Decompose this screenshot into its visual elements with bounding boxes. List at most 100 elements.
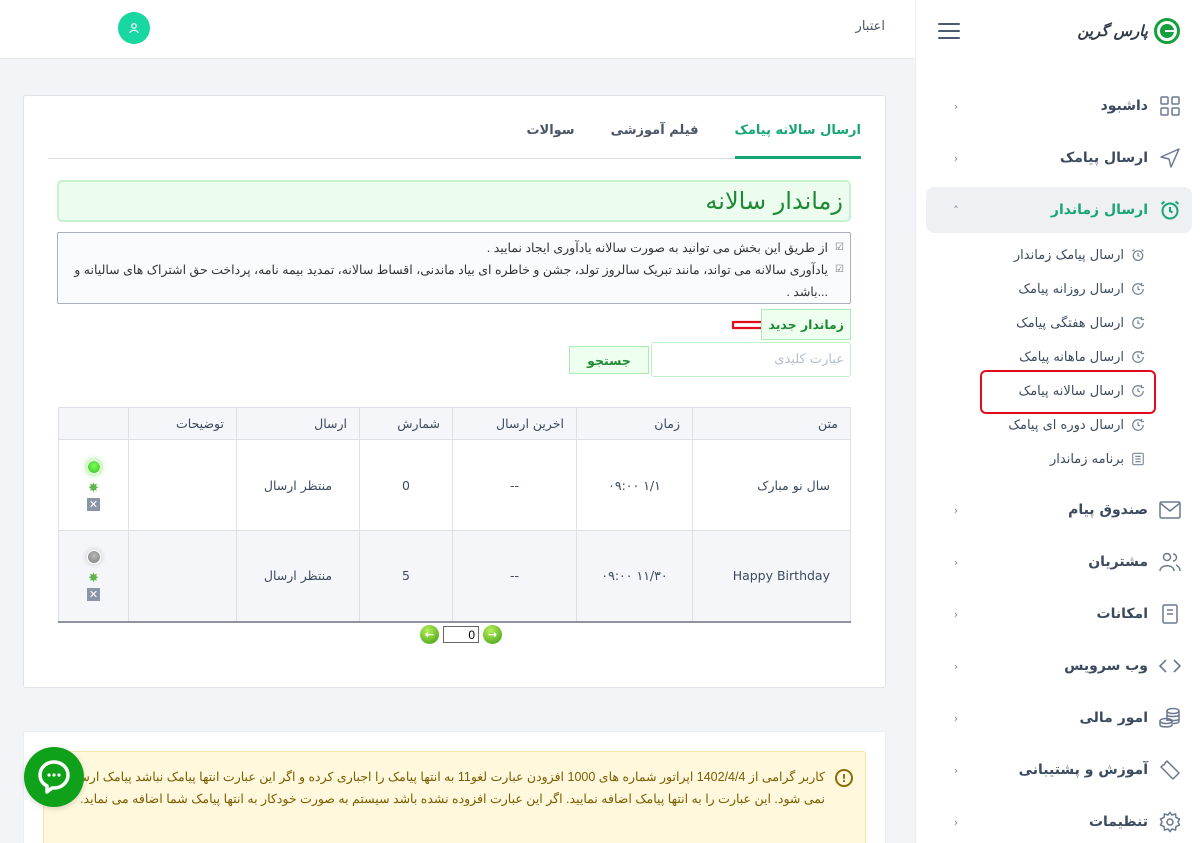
sidebar-item-label: ارسال پیامک xyxy=(1059,150,1148,166)
submenu-item-daily-sms[interactable]: ارسال روزانه پیامک xyxy=(916,272,1202,306)
sidebar-item-dashboard[interactable]: داشبود ‹ xyxy=(926,80,1192,132)
warning-icon: ! xyxy=(835,769,853,787)
sidebar-item-settings[interactable]: تنظیمات ‹ xyxy=(926,796,1192,843)
sidebar-nav: داشبود ‹ ارسال پیامک ‹ ارسال زماندار ˄ ا… xyxy=(916,62,1202,843)
tab-tutorial-video[interactable]: فیلم آموزشی xyxy=(611,116,699,159)
users-icon xyxy=(1158,550,1182,574)
sidebar-item-web-service[interactable]: وب سرویس ‹ xyxy=(926,640,1192,692)
sidebar-item-label: آموزش و پشتیبانی xyxy=(1018,762,1148,778)
gear-icon[interactable]: ✸ xyxy=(88,572,99,585)
scheduled-submenu: ارسال پیامک زماندار ارسال روزانه پیامک ا… xyxy=(916,236,1202,484)
arrow-right-icon[interactable]: → xyxy=(483,625,502,644)
submenu-item-label: ارسال هفتگی پیامک xyxy=(1016,315,1124,331)
page-number-input[interactable] xyxy=(443,626,479,643)
refresh-clock-icon xyxy=(1130,349,1146,365)
keyword-search-input[interactable] xyxy=(651,342,851,377)
yearly-sms-card: ارسال سالانه پیامک فیلم آموزشی سوالات زم… xyxy=(23,95,886,688)
sidebar-item-label: صندوق پیام xyxy=(1068,502,1148,518)
cell-time: ۱/۱ ۰۹:۰۰ xyxy=(576,439,693,531)
column-header-description: توضیحات xyxy=(128,407,237,440)
list-doc-icon xyxy=(1130,451,1146,467)
page-title-box: زماندار سالانه xyxy=(57,180,851,222)
sidebar-item-label: داشبود xyxy=(1100,98,1148,114)
cell-send-status: منتظر ارسال xyxy=(236,530,360,622)
submenu-item-schedule-program[interactable]: برنامه زماندار xyxy=(916,442,1202,476)
sidebar-item-send-sms[interactable]: ارسال پیامک ‹ xyxy=(926,132,1192,184)
submenu-item-monthly-sms[interactable]: ارسال ماهانه پیامک xyxy=(916,340,1202,374)
arrow-left-icon[interactable]: ← xyxy=(420,625,439,644)
tab-bar: ارسال سالانه پیامک فیلم آموزشی سوالات xyxy=(48,116,861,159)
table-row: Happy Birthday ۱۱/۳۰ ۰۹:۰۰ -- 5 منتظر ار… xyxy=(58,530,851,622)
submenu-item-label: ارسال دوره ای پیامک xyxy=(1008,417,1124,433)
column-header-count: شمارش xyxy=(359,407,453,440)
refresh-clock-icon xyxy=(1130,315,1146,331)
credit-label[interactable]: اعتبار xyxy=(856,19,885,34)
submenu-item-scheduled-sms[interactable]: ارسال پیامک زماندار xyxy=(916,238,1202,272)
alarm-clock-icon xyxy=(1130,247,1146,263)
refresh-clock-icon xyxy=(1130,383,1146,399)
cell-actions: ✸ ✕ xyxy=(58,439,129,531)
chevron-left-icon: ‹ xyxy=(953,503,959,517)
column-header-time: زمان xyxy=(576,407,693,440)
document-icon xyxy=(1158,602,1182,626)
new-scheduler-button[interactable]: زماندار جدید xyxy=(761,309,851,340)
chat-bubble-icon xyxy=(38,760,70,794)
status-toggle-inactive[interactable] xyxy=(86,550,101,565)
submenu-item-label: ارسال ماهانه پیامک xyxy=(1019,349,1124,365)
checkbox-icon: ☑ xyxy=(835,264,844,275)
envelope-icon xyxy=(1158,498,1182,522)
submenu-item-label: برنامه زماندار xyxy=(1050,451,1124,467)
sidebar-item-label: ارسال زماندار xyxy=(1050,202,1148,218)
sidebar-item-inbox[interactable]: صندوق پیام ‹ xyxy=(926,484,1192,536)
sidebar-item-label: وب سرویس xyxy=(1064,658,1148,674)
sidebar-item-finance[interactable]: امور مالی ‹ xyxy=(926,692,1192,744)
dashboard-grid-icon xyxy=(1158,94,1182,118)
page-title: زماندار سالانه xyxy=(705,187,843,215)
gear-icon[interactable]: ✸ xyxy=(88,482,99,495)
info-box: ☑ از طریق این بخش می توانید به صورت سالان… xyxy=(57,232,851,304)
search-button[interactable]: جستجو xyxy=(569,346,649,374)
brand-logo[interactable]: پارس گرین xyxy=(1077,18,1180,44)
tab-faq[interactable]: سوالات xyxy=(526,116,574,159)
chat-button[interactable] xyxy=(24,747,84,807)
cell-description xyxy=(128,530,237,622)
tab-yearly-sms[interactable]: ارسال سالانه پیامک xyxy=(734,116,861,159)
top-bar: اعتبار xyxy=(0,0,915,59)
logo-icon xyxy=(1154,18,1180,44)
submenu-item-yearly-sms[interactable]: ارسال سالانه پیامک xyxy=(916,370,1202,414)
brand-name: پارس گرین xyxy=(1077,22,1148,40)
sidebar-item-label: امور مالی xyxy=(1079,710,1148,726)
sidebar-item-label: مشتریان xyxy=(1088,554,1148,570)
sidebar-item-scheduled-send[interactable]: ارسال زماندار ˄ xyxy=(926,187,1192,233)
sidebar-item-customers[interactable]: مشتریان ‹ xyxy=(926,536,1192,588)
refresh-clock-icon xyxy=(1130,281,1146,297)
send-icon xyxy=(1158,146,1182,170)
checkbox-icon: ☑ xyxy=(835,242,844,253)
column-header-actions xyxy=(58,407,129,440)
chevron-left-icon: ‹ xyxy=(953,815,959,829)
sidebar: پارس گرین داشبود ‹ ارسال پیامک ‹ ارسال ز… xyxy=(915,0,1202,843)
info-text: از طریق این بخش می توانید به صورت سالانه… xyxy=(486,241,828,255)
schedule-table: متن زمان اخرین ارسال شمارش ارسال توضیحات… xyxy=(58,407,851,623)
delete-icon[interactable]: ✕ xyxy=(87,497,100,511)
submenu-item-weekly-sms[interactable]: ارسال هفتگی پیامک xyxy=(916,306,1202,340)
user-avatar-button[interactable] xyxy=(118,12,150,44)
submenu-item-label: ارسال پیامک زماندار xyxy=(1013,247,1124,263)
sidebar-item-support[interactable]: آموزش و پشتیبانی ‹ xyxy=(926,744,1192,796)
sidebar-item-label: تنظیمات xyxy=(1088,814,1148,830)
chevron-left-icon: ‹ xyxy=(953,711,959,725)
column-header-text: متن xyxy=(692,407,851,440)
operator-notice-alert: ! کاربر گرامی از 1402/4/4 اپراتور شماره … xyxy=(43,751,866,843)
column-header-send: ارسال xyxy=(236,407,360,440)
sidebar-item-features[interactable]: امکانات ‹ xyxy=(926,588,1192,640)
chevron-left-icon: ‹ xyxy=(953,151,959,165)
status-toggle-active[interactable] xyxy=(86,459,101,474)
submenu-item-periodic-sms[interactable]: ارسال دوره ای پیامک xyxy=(916,408,1202,442)
cell-count: 5 xyxy=(359,530,453,622)
chevron-left-icon: ‹ xyxy=(953,555,959,569)
ticket-icon xyxy=(1158,758,1182,782)
coins-icon xyxy=(1158,706,1182,730)
delete-icon[interactable]: ✕ xyxy=(87,588,100,602)
submenu-item-label: ارسال روزانه پیامک xyxy=(1018,281,1124,297)
hamburger-icon[interactable] xyxy=(938,23,960,39)
